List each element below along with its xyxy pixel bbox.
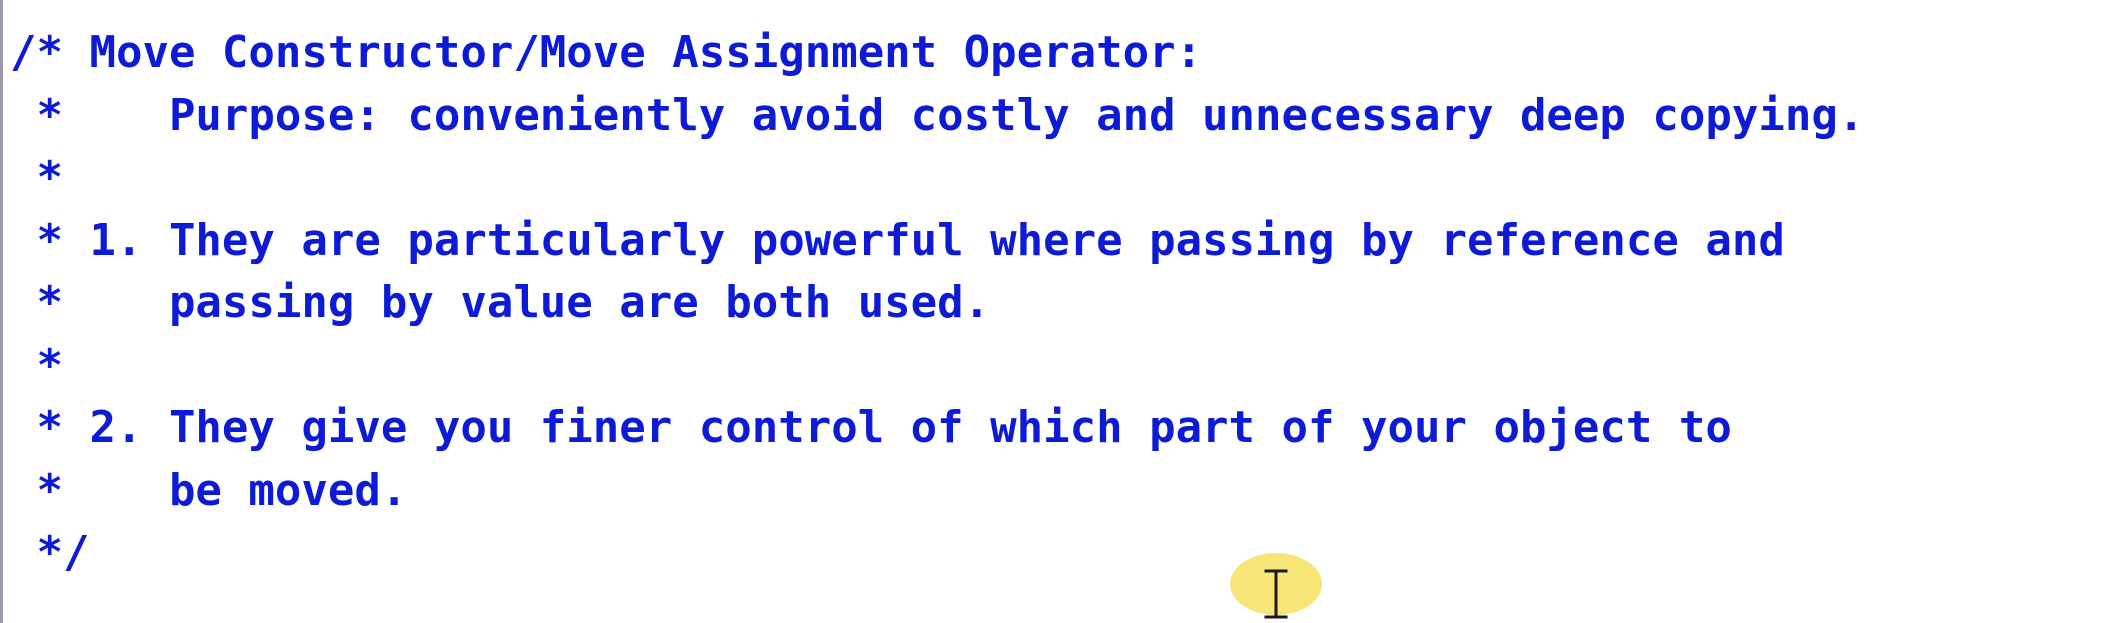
code-line-5[interactable]: * passing by value are both used. [10,272,1864,335]
code-line-7[interactable]: * 2. They give you finer control of whic… [10,397,1864,460]
code-line-2[interactable]: * Purpose: conveniently avoid costly and… [10,85,1864,148]
code-line-1[interactable]: /* Move Constructor/Move Assignment Oper… [10,22,1864,85]
text-cursor-icon [1264,569,1288,619]
code-line-9[interactable]: */ [10,522,1864,585]
code-line-4[interactable]: * 1. They are particularly powerful wher… [10,210,1864,273]
editor-left-border [0,0,3,623]
code-line-8[interactable]: * be moved. [10,460,1864,523]
comment-block[interactable]: /* Move Constructor/Move Assignment Oper… [10,22,1864,585]
code-line-6[interactable]: * [10,335,1864,398]
code-line-3[interactable]: * [10,147,1864,210]
code-editor[interactable]: /* Move Constructor/Move Assignment Oper… [0,0,2120,623]
